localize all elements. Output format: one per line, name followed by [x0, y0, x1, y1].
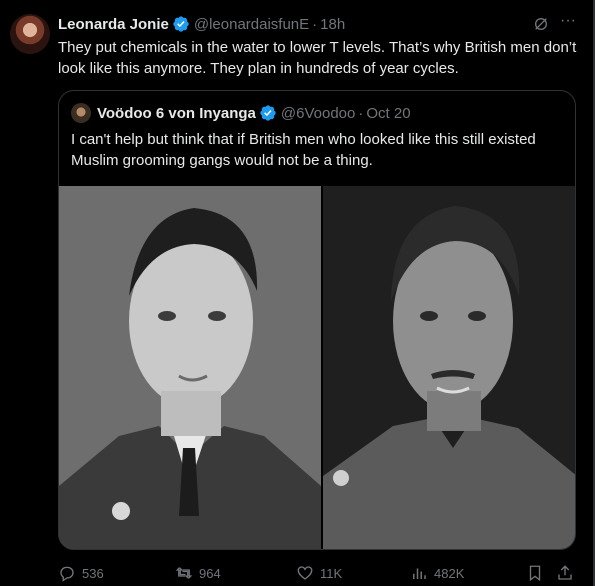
reply-count: 536: [82, 565, 104, 581]
bookmark-icon: [529, 565, 541, 582]
quote-author-name: Voödoo 6 von Inyanga: [97, 104, 256, 122]
heart-icon: [297, 566, 313, 580]
author-handle[interactable]: @leonardaisfunE: [194, 16, 309, 33]
repost-icon: [175, 567, 193, 579]
reply-icon: [60, 566, 74, 582]
bookmark-button[interactable]: [526, 564, 550, 582]
share-icon: [558, 565, 572, 580]
like-button[interactable]: 11K: [296, 564, 342, 582]
tweet: Leonarda Jonie @leonardaisfunE · 18h ···…: [0, 0, 595, 586]
tweet-time[interactable]: 18h: [320, 16, 345, 33]
views-chart-icon: [413, 568, 426, 579]
quote-text: I can't help but think that if British m…: [71, 131, 536, 169]
quote-separator-dot: ·: [358, 104, 364, 122]
author-avatar[interactable]: [10, 14, 50, 54]
share-button[interactable]: [556, 564, 580, 582]
views-count: 482K: [434, 565, 465, 581]
quoted-tweet[interactable]: Voödoo 6 von Inyanga @6Voodoo · Oct 20 I…: [58, 90, 576, 550]
views-button[interactable]: 482K: [410, 564, 464, 582]
author-name[interactable]: Leonarda Jonie: [58, 16, 169, 33]
like-count: 11K: [320, 565, 343, 581]
reply-button[interactable]: 536: [58, 564, 104, 582]
quote-author-handle: @6Voodoo: [280, 104, 356, 122]
quote-photo-right[interactable]: [323, 186, 575, 549]
tweet-text: They put chemicals in the water to lower…: [58, 39, 577, 77]
separator-dot: ·: [312, 15, 318, 33]
tweet-header: Leonarda Jonie @leonardaisfunE · 18h: [58, 14, 345, 34]
quote-header: Voödoo 6 von Inyanga @6Voodoo · Oct 20: [97, 103, 411, 123]
quote-author-avatar: [71, 103, 91, 123]
more-options-icon[interactable]: ···: [556, 13, 580, 34]
repost-button[interactable]: 964: [175, 564, 221, 582]
tweet-actions: 536 964 11K 482K: [0, 560, 595, 586]
quote-verified-badge-icon: [260, 105, 276, 121]
grok-icon[interactable]: [533, 16, 549, 32]
verified-badge-icon: [173, 16, 189, 32]
repost-count: 964: [199, 565, 221, 581]
quote-photo-left[interactable]: [59, 186, 321, 549]
quote-time: Oct 20: [366, 104, 411, 122]
